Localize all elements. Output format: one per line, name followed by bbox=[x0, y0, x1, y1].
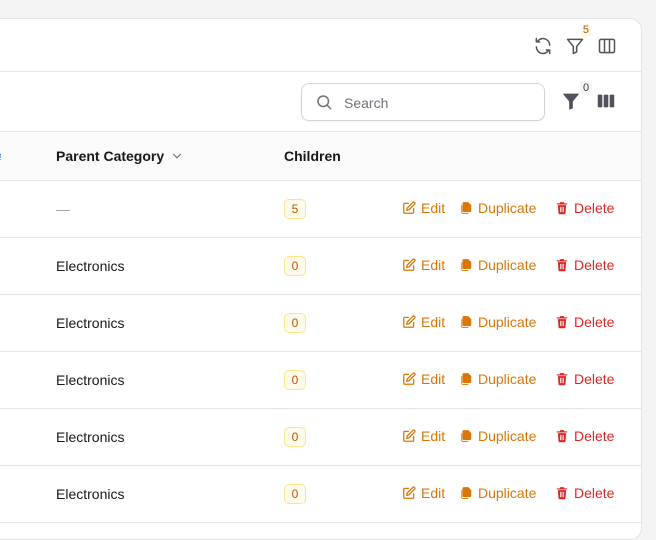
duplicate-button[interactable]: Duplicate bbox=[459, 314, 536, 330]
filter-icon[interactable]: 5 bbox=[565, 24, 591, 56]
edit-label: Edit bbox=[421, 371, 446, 387]
duplicate-label: Duplicate bbox=[478, 485, 537, 501]
delete-button[interactable]: Delete bbox=[555, 314, 614, 330]
duplicate-button[interactable]: Duplicate bbox=[459, 485, 536, 501]
table-row: — 5 Edit Duplicate Delete bbox=[0, 181, 641, 238]
duplicate-icon bbox=[461, 487, 472, 499]
refresh-icon[interactable] bbox=[533, 36, 553, 56]
delete-label: Delete bbox=[574, 314, 615, 330]
column-header-label: Parent Category bbox=[56, 148, 165, 164]
children-count-badge: 0 bbox=[284, 427, 306, 447]
duplicate-label: Duplicate bbox=[478, 371, 537, 387]
delete-label: Delete bbox=[574, 371, 615, 387]
delete-button[interactable]: Delete bbox=[555, 371, 614, 387]
active-filters-badge: 0 bbox=[580, 81, 593, 95]
trash-icon bbox=[556, 259, 568, 272]
children-count-badge: 0 bbox=[284, 484, 306, 504]
duplicate-label: Duplicate bbox=[478, 428, 537, 444]
delete-button[interactable]: Delete bbox=[555, 428, 614, 444]
trash-icon bbox=[556, 487, 568, 500]
search-input[interactable] bbox=[342, 91, 536, 115]
parent-category-cell: Electronics bbox=[56, 486, 125, 502]
delete-button[interactable]: Delete bbox=[555, 257, 614, 273]
parent-category-cell: — bbox=[56, 201, 70, 217]
edit-label: Edit bbox=[421, 428, 446, 444]
parent-category-cell: Electronics bbox=[56, 315, 125, 331]
edit-icon bbox=[403, 429, 416, 442]
duplicate-button[interactable]: Duplicate bbox=[459, 200, 536, 216]
filter-count-badge: 5 bbox=[580, 24, 591, 37]
parent-category-cell: Electronics bbox=[56, 258, 125, 274]
edit-icon bbox=[403, 258, 416, 271]
table-row: Electronics 0 Edit Duplicate Delete bbox=[0, 409, 641, 466]
edit-button[interactable]: Edit bbox=[402, 371, 445, 387]
filter-toggle-icon[interactable]: 0 bbox=[560, 81, 593, 112]
delete-button[interactable]: Delete bbox=[555, 485, 614, 501]
duplicate-button[interactable]: Duplicate bbox=[459, 371, 536, 387]
duplicate-button[interactable]: Duplicate bbox=[459, 428, 536, 444]
edit-label: Edit bbox=[421, 314, 446, 330]
parent-category-cell: Electronics bbox=[56, 372, 125, 388]
duplicate-label: Duplicate bbox=[478, 200, 537, 216]
children-count-badge: 5 bbox=[284, 199, 306, 219]
table-header: e Parent Category Children bbox=[0, 132, 641, 181]
column-toggle-icon[interactable] bbox=[595, 90, 617, 112]
duplicate-icon bbox=[461, 373, 472, 385]
edit-label: Edit bbox=[421, 200, 446, 216]
clipped-column-header: e bbox=[0, 148, 1, 160]
edit-button[interactable]: Edit bbox=[402, 257, 445, 273]
duplicate-icon bbox=[461, 259, 472, 271]
edit-icon bbox=[403, 372, 416, 385]
duplicate-icon bbox=[461, 202, 472, 214]
table-row: Electronics 0 Edit Duplicate Delete bbox=[0, 295, 641, 352]
duplicate-button[interactable]: Duplicate bbox=[459, 257, 536, 273]
duplicate-icon bbox=[461, 316, 472, 328]
columns-icon[interactable] bbox=[597, 36, 617, 56]
delete-label: Delete bbox=[574, 428, 615, 444]
edit-button[interactable]: Edit bbox=[402, 200, 445, 216]
delete-button[interactable]: Delete bbox=[555, 200, 614, 216]
trash-icon bbox=[556, 202, 568, 215]
search-icon bbox=[317, 95, 332, 110]
children-count-badge: 0 bbox=[284, 313, 306, 333]
edit-button[interactable]: Edit bbox=[402, 428, 445, 444]
edit-button[interactable]: Edit bbox=[402, 314, 445, 330]
trash-icon bbox=[556, 430, 568, 443]
duplicate-label: Duplicate bbox=[478, 314, 537, 330]
children-count-badge: 0 bbox=[284, 370, 306, 390]
panel-header: 5 bbox=[0, 19, 641, 72]
edit-label: Edit bbox=[421, 257, 446, 273]
table-row: Electronics 0 Edit Duplicate Delete bbox=[0, 466, 641, 523]
column-header-children: Children bbox=[284, 148, 341, 164]
duplicate-icon bbox=[461, 430, 472, 442]
edit-label: Edit bbox=[421, 485, 446, 501]
column-header-parent-category[interactable]: Parent Category bbox=[56, 148, 184, 164]
edit-icon bbox=[403, 315, 416, 328]
delete-label: Delete bbox=[574, 257, 615, 273]
edit-icon bbox=[403, 486, 416, 499]
children-count-badge: 0 bbox=[284, 256, 306, 276]
chevron-down-icon bbox=[173, 153, 182, 159]
table-toolbar: 0 bbox=[0, 71, 641, 132]
edit-icon bbox=[403, 201, 416, 214]
trash-icon bbox=[556, 316, 568, 329]
trash-icon bbox=[556, 373, 568, 386]
table-row: Electronics 0 Edit Duplicate Delete bbox=[0, 238, 641, 295]
delete-label: Delete bbox=[574, 200, 615, 216]
table-row: Electronics 0 Edit Duplicate Delete bbox=[0, 352, 641, 409]
delete-label: Delete bbox=[574, 485, 615, 501]
search-field[interactable] bbox=[301, 83, 545, 121]
edit-button[interactable]: Edit bbox=[402, 485, 445, 501]
parent-category-cell: Electronics bbox=[56, 429, 125, 445]
table-panel: 5 0 e Parent Category Childr bbox=[0, 18, 642, 540]
duplicate-label: Duplicate bbox=[478, 257, 537, 273]
